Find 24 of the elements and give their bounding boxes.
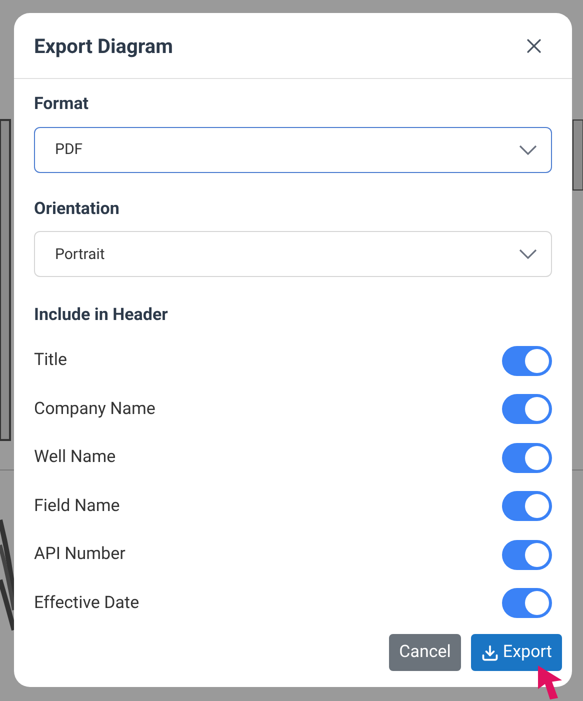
toggle-switch[interactable]: [502, 588, 552, 618]
toggle-label: Company Name: [34, 398, 156, 420]
toggle-label: Well Name: [34, 446, 116, 469]
chevron-down-icon: [519, 249, 537, 259]
download-icon: [480, 644, 499, 662]
dialog-title: Export Diagram: [34, 32, 173, 60]
toggle-label: Field Name: [34, 494, 120, 518]
toggle-switch[interactable]: [502, 394, 552, 424]
toggle-switch[interactable]: [502, 540, 552, 570]
select-field[interactable]: PDF: [34, 126, 552, 172]
section-heading: Include in Header: [34, 304, 169, 327]
chevron-down-icon: [519, 144, 537, 154]
field-label: Format: [34, 93, 90, 116]
toggle-label: Title: [34, 349, 67, 372]
export-button[interactable]: Export: [470, 634, 562, 671]
toggle-switch[interactable]: [502, 346, 552, 376]
select-field[interactable]: Portrait: [34, 231, 552, 277]
field-label: Orientation: [34, 198, 120, 220]
cursor-icon: [536, 664, 564, 701]
cancel-button[interactable]: Cancel: [389, 634, 461, 671]
toggle-switch[interactable]: [502, 491, 552, 522]
toggle-label: API Number: [34, 543, 126, 566]
toggle-switch[interactable]: [502, 442, 552, 473]
toggle-label: Effective Date: [34, 592, 140, 614]
